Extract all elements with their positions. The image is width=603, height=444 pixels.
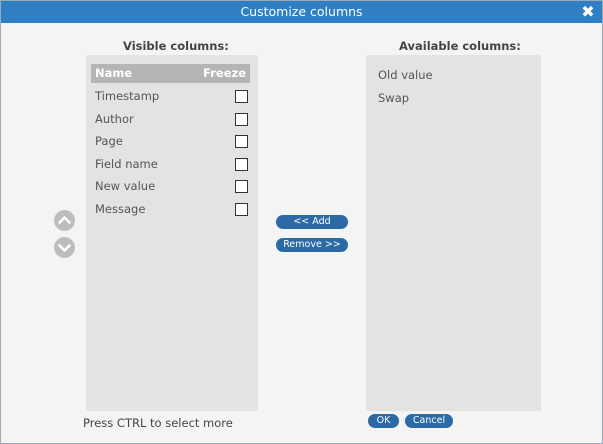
close-icon[interactable]: ✖ [580,1,596,23]
visible-column-item[interactable]: Message [95,199,248,219]
visible-column-item[interactable]: Field name [95,154,248,174]
visible-column-item[interactable]: Page [95,131,248,151]
freeze-checkbox[interactable] [235,180,248,193]
freeze-checkbox[interactable] [235,90,248,103]
freeze-column-header: Freeze [203,66,246,80]
name-column-header: Name [95,66,133,80]
visible-column-label: Author [95,112,134,126]
move-down-button[interactable] [54,237,75,258]
available-columns-heading: Available columns: [399,39,521,53]
visible-column-label: Message [95,202,146,216]
freeze-checkbox[interactable] [235,135,248,148]
visible-column-label: New value [95,179,156,193]
move-up-button[interactable] [54,210,75,231]
cancel-button[interactable]: Cancel [405,414,453,428]
visible-column-label: Field name [95,157,158,171]
visible-column-item[interactable]: Timestamp [95,86,248,106]
freeze-checkbox[interactable] [235,113,248,126]
customize-columns-dialog: Customize columns ✖ Visible columns: Nam… [0,0,603,444]
freeze-checkbox[interactable] [235,203,248,216]
chevron-up-icon [58,216,71,224]
visible-column-label: Timestamp [95,89,160,103]
visible-columns-heading: Visible columns: [123,39,229,53]
visible-column-item[interactable]: Author [95,109,248,129]
available-column-item[interactable]: Swap [378,91,409,105]
visible-columns-list: Name Freeze Timestamp Author Page Field … [86,55,258,411]
chevron-down-icon [58,244,71,252]
dialog-title: Customize columns [240,4,363,19]
remove-button[interactable]: Remove >> [276,238,348,252]
available-column-item[interactable]: Old value [378,68,433,82]
freeze-checkbox[interactable] [235,158,248,171]
available-columns-list: Old value Swap [366,55,541,411]
visible-column-label: Page [95,134,123,148]
visible-columns-header: Name Freeze [91,64,250,83]
add-button[interactable]: << Add [276,215,348,229]
dialog-titlebar: Customize columns ✖ [1,1,602,23]
ok-button[interactable]: OK [368,414,399,428]
visible-column-item[interactable]: New value [95,176,248,196]
selection-hint: Press CTRL to select more [83,416,233,430]
